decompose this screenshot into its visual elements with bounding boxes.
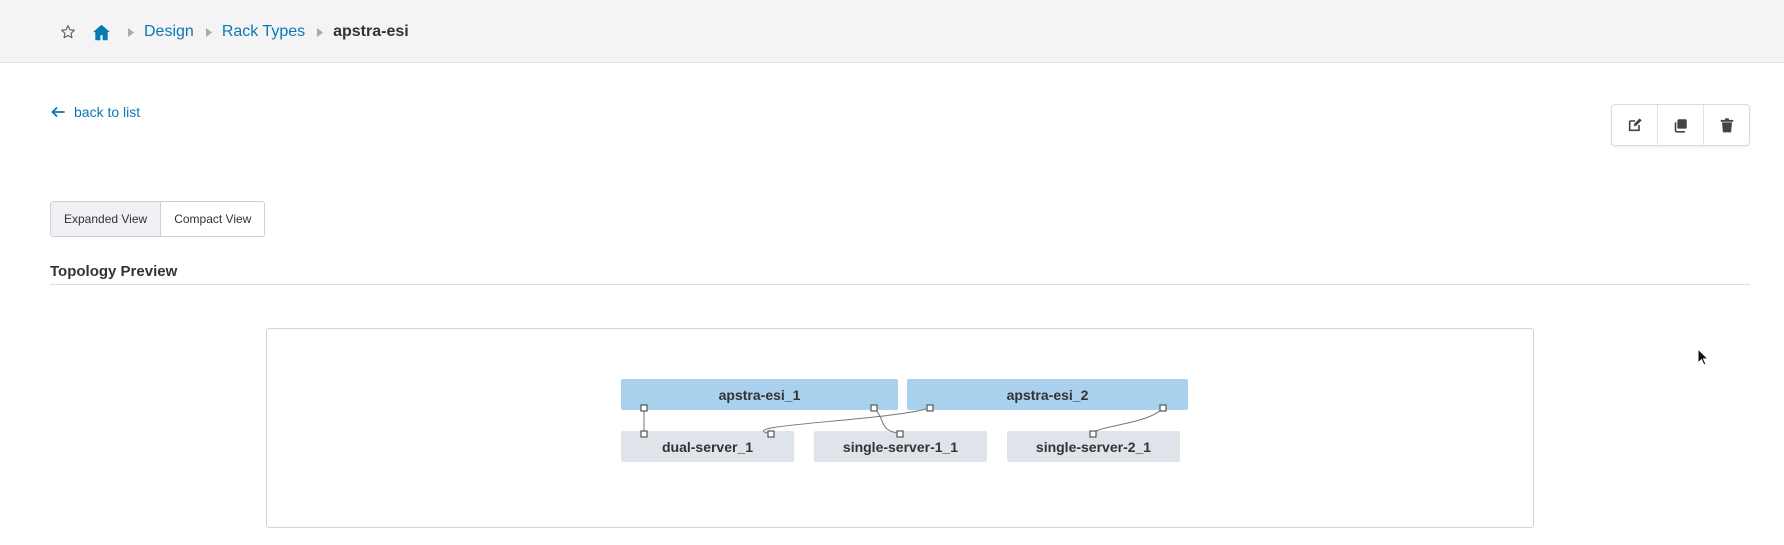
view-toggle: Expanded View Compact View <box>50 201 266 237</box>
section-title: Topology Preview <box>50 263 178 280</box>
home-icon[interactable] <box>92 23 112 41</box>
delete-button[interactable] <box>1704 105 1749 145</box>
clone-button[interactable] <box>1658 105 1704 145</box>
breadcrumb-rack-types[interactable]: Rack Types <box>222 23 305 41</box>
mouse-cursor-icon <box>1697 348 1709 366</box>
breadcrumb: Design Rack Types apstra-esi <box>60 20 409 44</box>
divider <box>50 284 1750 285</box>
edit-icon <box>1628 118 1642 132</box>
back-to-list-label: back to list <box>74 104 141 120</box>
arrow-left-icon <box>51 107 65 117</box>
action-button-group <box>1611 104 1750 146</box>
top-bar: Design Rack Types apstra-esi <box>0 0 1784 63</box>
breadcrumb-current: apstra-esi <box>333 23 409 40</box>
expanded-view-button[interactable]: Expanded View <box>51 202 162 236</box>
edit-button[interactable] <box>1612 105 1658 145</box>
leaf-node-1[interactable]: apstra-esi_1 <box>621 379 898 410</box>
trash-icon <box>1720 117 1733 132</box>
star-icon[interactable] <box>60 23 78 41</box>
leaf-node-2[interactable]: apstra-esi_2 <box>907 379 1188 410</box>
back-to-list-link[interactable]: back to list <box>51 104 140 120</box>
topology-preview: apstra-esi_1 apstra-esi_2 dual-server_1 … <box>266 328 1534 528</box>
chevron-right-icon <box>202 27 216 37</box>
generic-node-1[interactable]: dual-server_1 <box>621 431 794 462</box>
generic-node-2[interactable]: single-server-1_1 <box>814 431 987 462</box>
topology-links <box>640 404 1167 438</box>
chevron-right-icon <box>124 27 138 37</box>
compact-view-button[interactable]: Compact View <box>161 202 265 236</box>
chevron-right-icon <box>313 27 327 37</box>
breadcrumb-design[interactable]: Design <box>144 23 194 41</box>
clone-icon <box>1674 118 1687 133</box>
generic-node-3[interactable]: single-server-2_1 <box>1007 431 1180 462</box>
